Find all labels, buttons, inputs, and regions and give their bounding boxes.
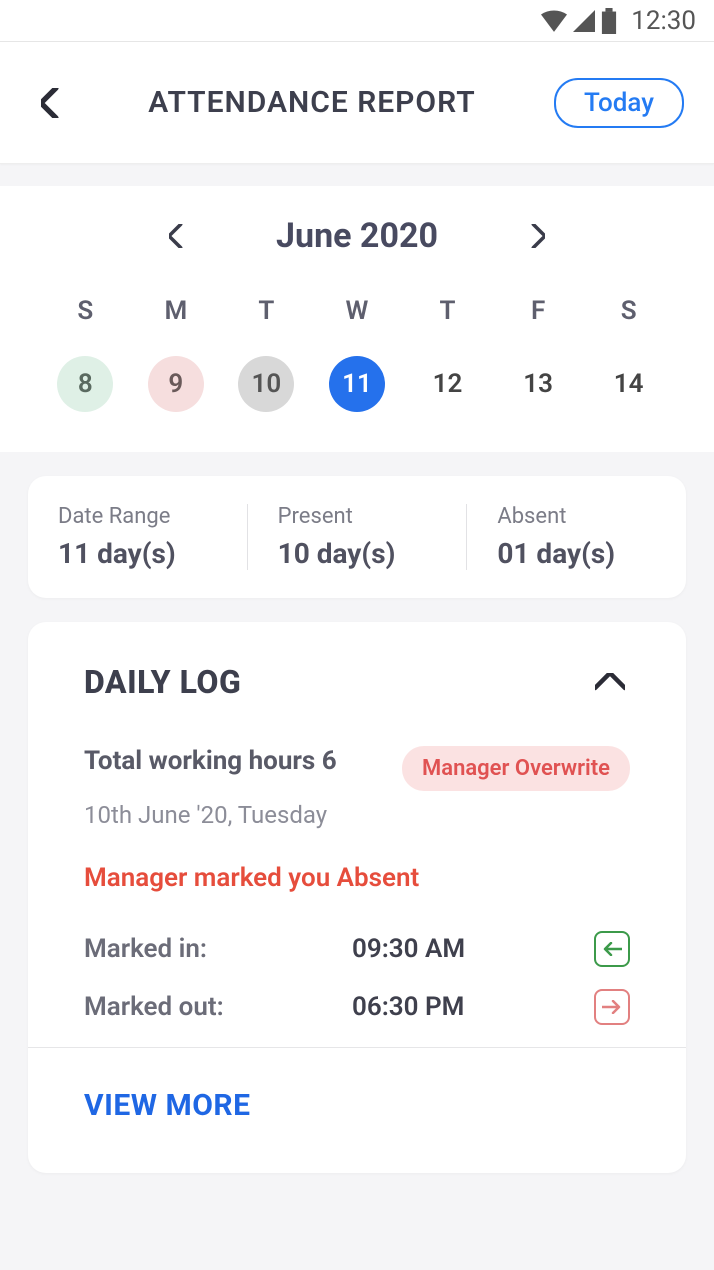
prev-month-button[interactable] [156, 216, 196, 256]
manager-overwrite-badge: Manager Overwrite [402, 746, 630, 791]
marked-in-time: 09:30 AM [352, 934, 594, 964]
summary-label: Absent [497, 504, 656, 529]
cell-signal-icon [573, 10, 595, 32]
calendar-day-selected[interactable]: 11 [329, 356, 385, 412]
status-time: 12:30 [631, 6, 696, 36]
log-date: 10th June '20, Tuesday [84, 801, 630, 829]
calendar-day[interactable]: 14 [601, 356, 657, 412]
dow-label: T [420, 296, 476, 326]
arrow-out-icon [594, 989, 630, 1025]
battery-icon [601, 8, 617, 34]
calendar-card: June 2020 S M T W T F S 8 9 10 11 12 13 … [0, 186, 714, 452]
status-bar: 12:30 [0, 0, 714, 42]
absent-message: Manager marked you Absent [84, 863, 630, 893]
daily-log-title: DAILY LOG [84, 663, 241, 701]
calendar-day[interactable]: 13 [510, 356, 566, 412]
calendar-day[interactable]: 10 [238, 356, 294, 412]
summary-absent: Absent 01 day(s) [467, 504, 686, 570]
marked-out-label: Marked out: [84, 992, 352, 1022]
summary-label: Date Range [58, 504, 217, 529]
next-month-button[interactable] [518, 216, 558, 256]
arrow-in-icon [594, 931, 630, 967]
summary-value: 01 day(s) [497, 537, 656, 570]
marked-in-label: Marked in: [84, 934, 352, 964]
summary-card: Date Range 11 day(s) Present 10 day(s) A… [28, 476, 686, 598]
summary-present: Present 10 day(s) [248, 504, 468, 570]
marked-in-row: Marked in: 09:30 AM [84, 931, 630, 967]
marked-out-time: 06:30 PM [352, 992, 594, 1022]
dow-label: S [601, 296, 657, 326]
dow-label: F [510, 296, 566, 326]
day-row: 8 9 10 11 12 13 14 [20, 356, 694, 412]
total-working-hours: Total working hours 6 [84, 746, 337, 776]
view-more-button[interactable]: VIEW MORE [28, 1048, 686, 1123]
wifi-icon [541, 10, 567, 32]
summary-value: 10 day(s) [278, 537, 437, 570]
day-of-week-row: S M T W T F S [20, 296, 694, 326]
calendar-day[interactable]: 8 [57, 356, 113, 412]
today-button[interactable]: Today [554, 78, 684, 128]
calendar-day[interactable]: 9 [148, 356, 204, 412]
summary-label: Present [278, 504, 437, 529]
dow-label: S [57, 296, 113, 326]
dow-label: T [238, 296, 294, 326]
marked-out-row: Marked out: 06:30 PM [84, 989, 630, 1025]
daily-log-card: DAILY LOG Total working hours 6 Manager … [28, 622, 686, 1173]
calendar-day[interactable]: 12 [420, 356, 476, 412]
dow-label: W [329, 296, 385, 326]
app-header: ATTENDANCE REPORT Today [0, 42, 714, 164]
dow-label: M [148, 296, 204, 326]
summary-value: 11 day(s) [58, 537, 217, 570]
collapse-toggle[interactable] [590, 662, 630, 702]
month-label: June 2020 [276, 216, 438, 256]
summary-date-range: Date Range 11 day(s) [28, 504, 248, 570]
back-button[interactable] [30, 83, 70, 123]
page-title: ATTENDANCE REPORT [70, 85, 554, 120]
